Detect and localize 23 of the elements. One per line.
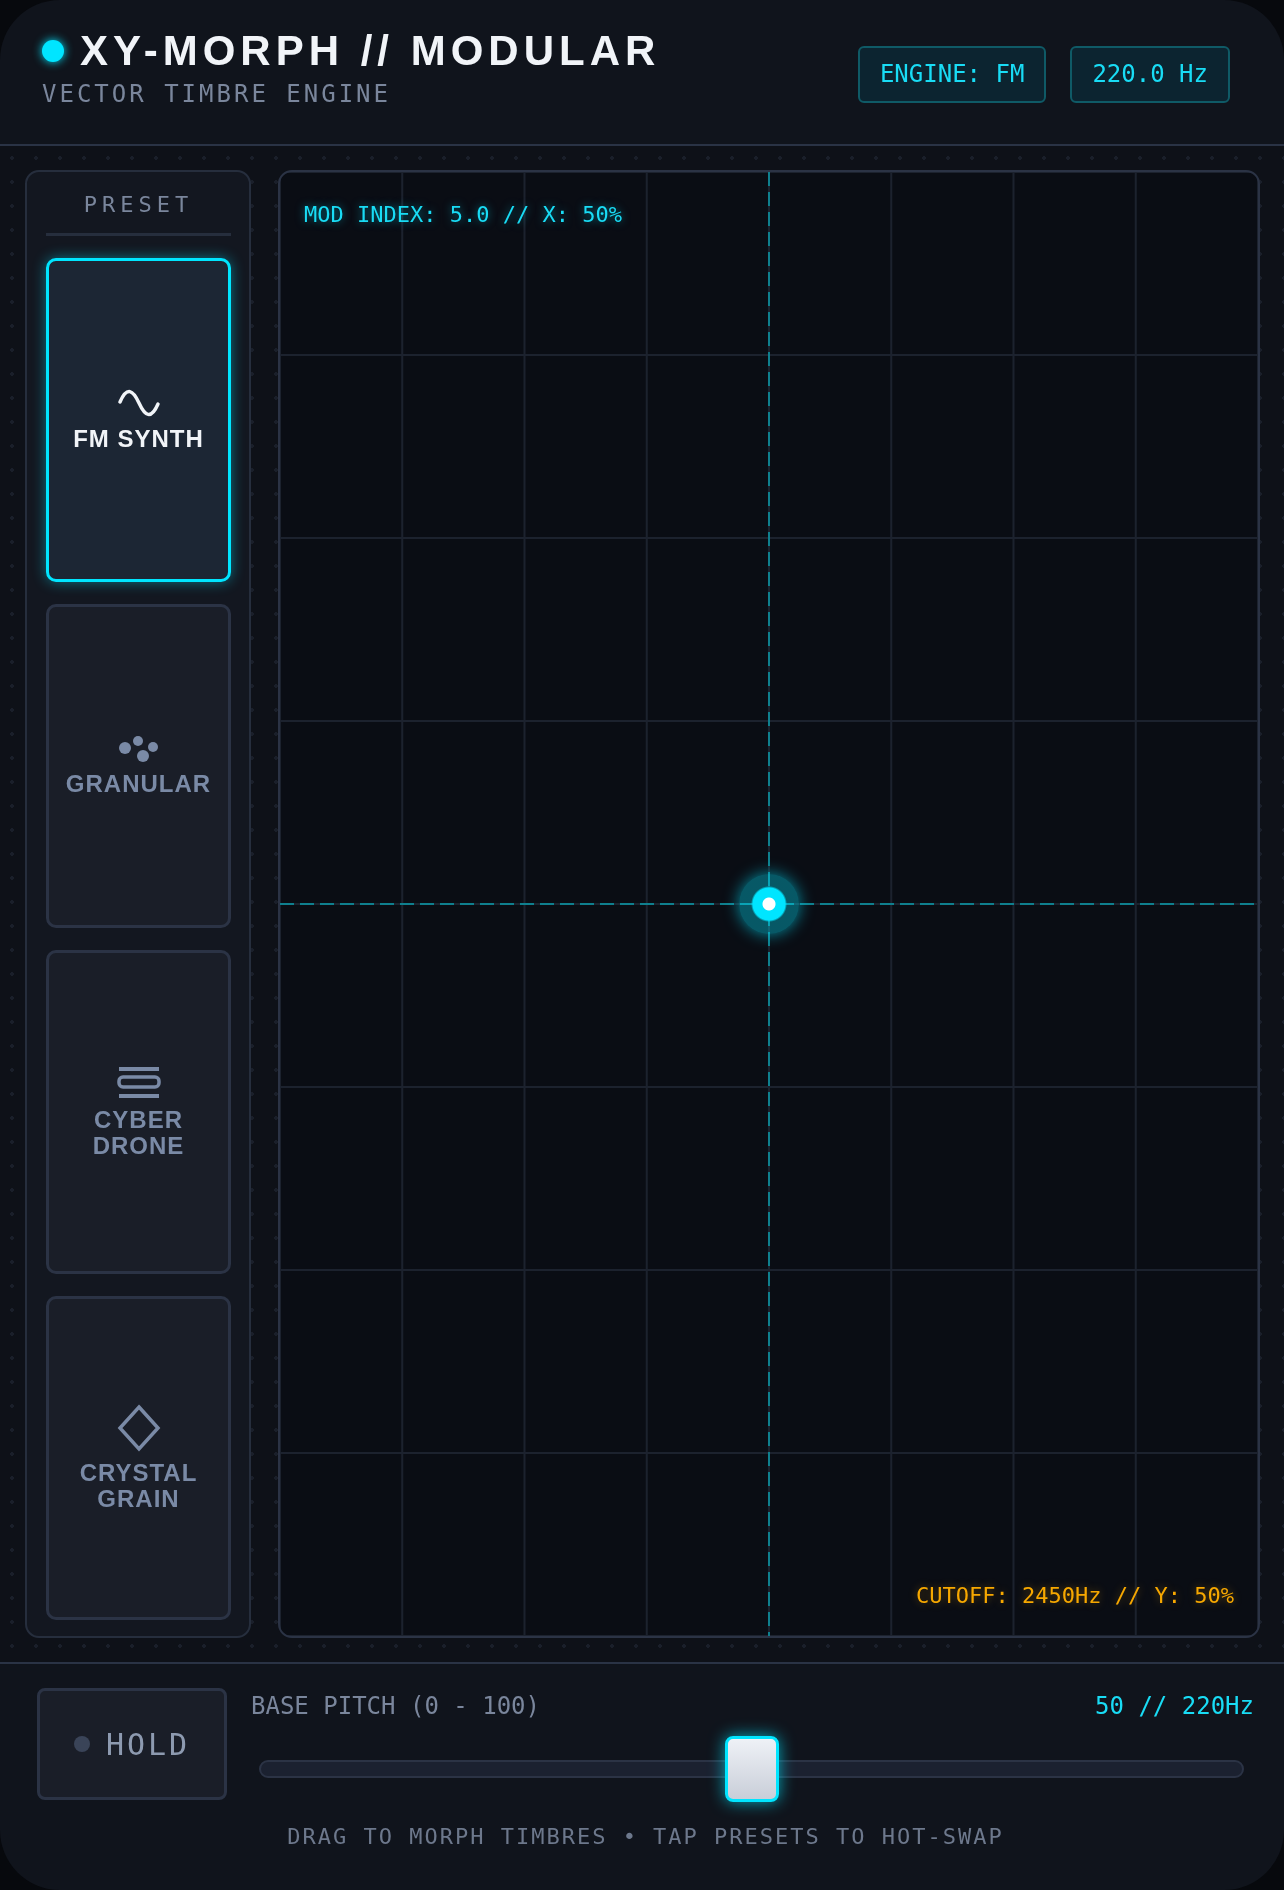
app-subtitle: VECTOR TIMBRE ENGINE xyxy=(42,82,392,106)
sine-wave-icon xyxy=(116,387,161,418)
x-readout: MOD INDEX: 5.0 // X: 50% xyxy=(304,201,622,229)
hold-button[interactable]: HOLD xyxy=(37,1688,227,1800)
preset-card[interactable]: GRANULAR xyxy=(46,604,231,928)
cursor-puck[interactable] xyxy=(739,874,799,934)
status-badge: 220.0 Hz xyxy=(1070,46,1230,103)
app-title: XY-MORPH // MODULAR xyxy=(80,30,661,72)
status-badge: ENGINE: FM xyxy=(857,46,1047,103)
xy-pad[interactable]: MOD INDEX: 5.0 // X: 50% CUTOFF: 2450Hz // Y: 50% xyxy=(278,170,1260,1638)
hint-text: DRAG TO MORPH TIMBRES • TAP PRESETS TO HOT-SWAP xyxy=(287,1823,1004,1851)
stacked-bars-icon xyxy=(115,1064,162,1099)
preset-card[interactable]: CRYSTAL GRAIN xyxy=(46,1296,231,1620)
slider-thumb[interactable] xyxy=(724,1736,779,1802)
slider-reading: 50 // 220Hz xyxy=(1095,1691,1254,1722)
diamond-icon xyxy=(116,1403,161,1452)
y-readout: CUTOFF: 2450Hz // Y: 50% xyxy=(916,1582,1234,1610)
preset-card[interactable]: FM SYNTH xyxy=(46,258,231,582)
dots-icon xyxy=(117,734,160,763)
slider-label: BASE PITCH (0 - 100) xyxy=(251,1691,540,1722)
pitch-slider-track[interactable] xyxy=(259,1734,1244,1804)
preset-card[interactable]: CYBER DRONE xyxy=(46,950,231,1274)
panel-heading: PRESET xyxy=(46,188,231,236)
